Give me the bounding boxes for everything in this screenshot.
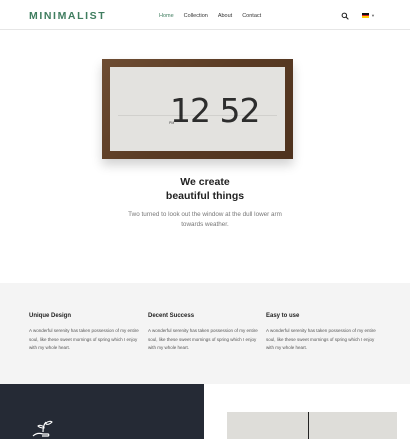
plant-hand-icon bbox=[32, 420, 53, 437]
feature-text: A wonderful serenity has taken possessio… bbox=[266, 328, 376, 350]
hero-title: We create beautiful things bbox=[0, 176, 410, 203]
nav-home[interactable]: Home bbox=[159, 13, 174, 19]
clock-face: PM 12 52 bbox=[110, 67, 285, 151]
site-header: MINIMALIST Home Collection About Contact… bbox=[0, 0, 410, 30]
product-image bbox=[227, 412, 397, 439]
nav-collection[interactable]: Collection bbox=[184, 13, 208, 19]
feature-title: Easy to use bbox=[266, 313, 300, 319]
feature-decent-success: Decent Success A wonderful serenity has … bbox=[148, 313, 263, 353]
feature-unique-design: Unique Design A wonderful serenity has t… bbox=[29, 313, 144, 353]
product-image-divider bbox=[308, 412, 310, 439]
header-divider bbox=[0, 29, 410, 30]
features-section: Unique Design A wonderful serenity has t… bbox=[0, 283, 410, 384]
nav-contact[interactable]: Contact bbox=[242, 13, 261, 19]
clock-time: 12 52 bbox=[170, 91, 260, 130]
feature-title: Decent Success bbox=[148, 313, 195, 319]
dark-promo-panel bbox=[0, 384, 204, 439]
main-nav: Home Collection About Contact bbox=[159, 13, 261, 19]
site-logo[interactable]: MINIMALIST bbox=[29, 10, 106, 22]
chevron-down-icon[interactable]: ▼ bbox=[371, 13, 375, 18]
hero-text: Two turned to look out the window at the… bbox=[128, 211, 282, 228]
search-icon[interactable] bbox=[341, 12, 349, 20]
german-flag-icon[interactable] bbox=[362, 13, 369, 18]
hero-title-line-2: beautiful things bbox=[165, 189, 245, 202]
feature-text: A wonderful serenity has taken possessio… bbox=[148, 328, 258, 350]
feature-title: Unique Design bbox=[29, 313, 72, 319]
hero-clock-image: PM 12 52 bbox=[102, 59, 293, 159]
feature-text: A wonderful serenity has taken possessio… bbox=[29, 328, 139, 350]
hero-title-line-1: We create bbox=[180, 176, 230, 188]
feature-easy-to-use: Easy to use A wonderful serenity has tak… bbox=[266, 313, 381, 353]
nav-about[interactable]: About bbox=[218, 13, 232, 19]
clock-flap-divider bbox=[118, 115, 277, 116]
